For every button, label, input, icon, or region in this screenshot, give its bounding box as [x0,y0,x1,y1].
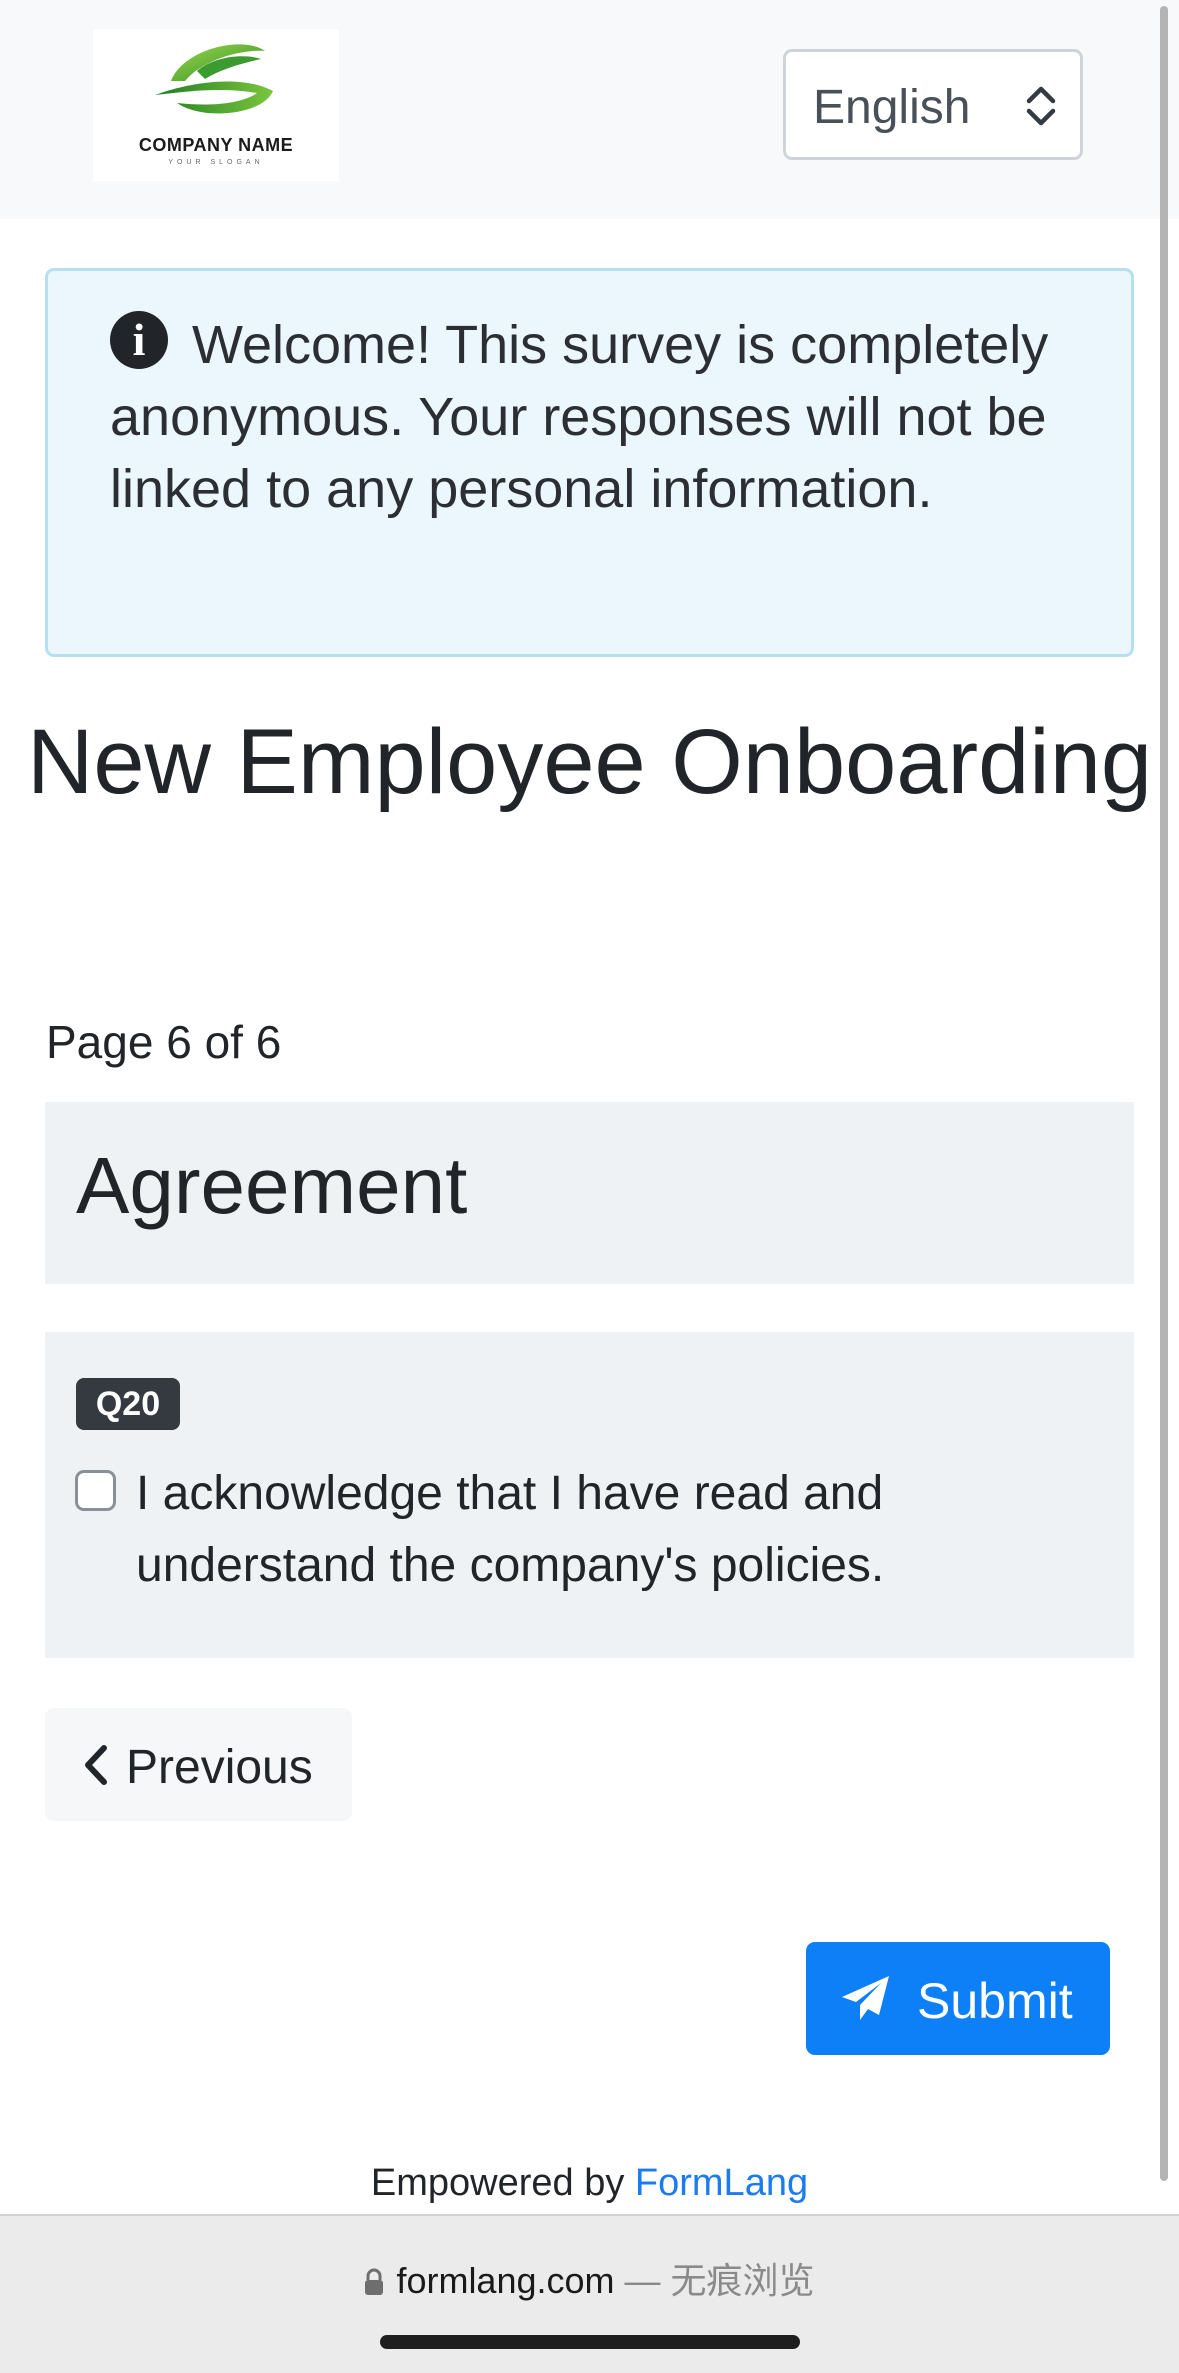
previous-button-label: Previous [126,1741,313,1794]
language-select-value: English [813,81,971,134]
question-card: Q20 I acknowledge that I have read and u… [45,1332,1134,1658]
page-scrollbar[interactable] [1160,6,1168,2181]
submit-button-label: Submit [917,1973,1073,2029]
top-bar: COMPANY NAME YOUR SLOGAN English [0,0,1179,219]
home-indicator [380,2335,800,2349]
company-slogan: YOUR SLOGAN [168,159,264,166]
survey-title: New Employee Onboarding [26,711,1153,813]
browser-address-bar[interactable]: formlang.com — 无痕浏览 [0,2214,1179,2373]
chevron-left-icon [85,1745,107,1785]
previous-button[interactable]: Previous [45,1708,352,1821]
powered-by-text: Empowered by [370,2162,625,2204]
company-logo[interactable]: COMPANY NAME YOUR SLOGAN [93,29,339,181]
anonymity-alert: i Welcome! This survey is completely anon… [45,268,1134,657]
formlang-link[interactable]: FormLang [635,2162,808,2204]
alert-text: Welcome! This survey is completely anony… [110,315,1049,519]
select-updown-icon [1026,86,1056,126]
paper-plane-icon [842,1976,889,2020]
page-indicator: Page 6 of 6 [46,1016,282,1068]
section-title: Agreement [76,1141,468,1230]
acknowledge-checkbox-label[interactable]: I acknowledge that I have read and under… [136,1458,1066,1602]
acknowledge-checkbox[interactable] [75,1470,116,1511]
question-number-badge: Q20 [76,1378,180,1430]
company-name: COMPANY NAME [138,135,294,155]
browser-url[interactable]: formlang.com [396,2260,614,2301]
private-mode-label: — 无痕浏览 [624,2260,815,2301]
section-header: Agreement [45,1102,1134,1284]
submit-button[interactable]: Submit [806,1942,1110,2055]
info-circle-icon: i [110,311,168,369]
powered-by-footer: Empowered by FormLang [0,2162,1179,2205]
leaf-logo-icon [155,44,273,114]
language-select[interactable]: English [783,49,1083,160]
lock-icon [365,2268,384,2295]
